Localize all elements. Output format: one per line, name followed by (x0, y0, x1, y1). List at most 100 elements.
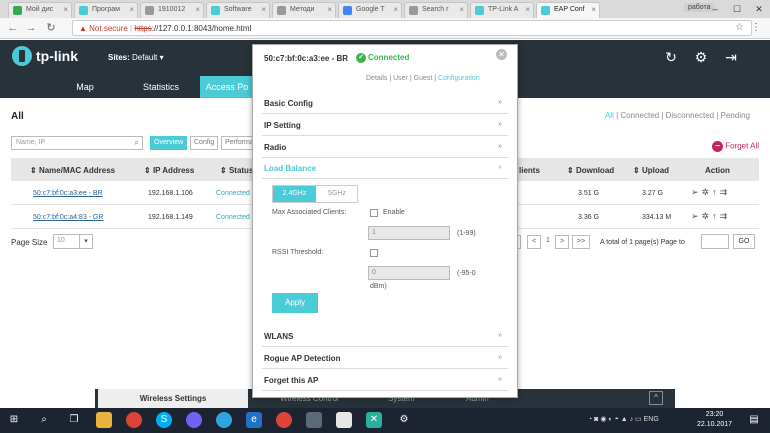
ap-name-link[interactable]: 50:c7:bf:0c:a3:ee - BR (33, 190, 103, 197)
tab-details[interactable]: Details (366, 75, 387, 82)
close-tab-icon[interactable]: × (195, 5, 200, 14)
menu-map[interactable]: Map (55, 76, 115, 98)
image-viewer-icon[interactable] (336, 412, 352, 428)
band-5ghz-button[interactable]: 5GHz (317, 186, 357, 202)
pager-prev[interactable]: < (527, 235, 541, 249)
browser-tab[interactable]: Software × (206, 2, 270, 18)
search-input[interactable]: Name, IP ⌕ (11, 136, 143, 150)
close-tab-icon[interactable]: × (129, 5, 134, 14)
pager-last[interactable]: >> (572, 235, 590, 249)
bookmark-star-icon[interactable]: ☆ (735, 22, 744, 33)
section-basic-config[interactable]: Basic Config» (262, 92, 508, 114)
search-icon[interactable]: ⌕ (36, 412, 52, 428)
section-rogue-ap[interactable]: Rogue AP Detection» (262, 347, 508, 369)
ap-name-link[interactable]: 50:c7:bf:0c:a4:83 - GR (33, 214, 103, 221)
reboot-icon[interactable]: ✲ (702, 211, 713, 221)
reload-icon[interactable]: ↻ (44, 22, 58, 35)
locate-icon[interactable]: ➢ (691, 187, 702, 197)
minimize-icon[interactable]: – (704, 0, 726, 18)
move-site-icon[interactable]: ⇉ (720, 211, 731, 221)
filter-pending[interactable]: Pending (721, 111, 750, 120)
logout-icon[interactable]: ⇥ (720, 46, 742, 68)
browser-tab[interactable]: Search r × (404, 2, 468, 18)
filter-all[interactable]: All (605, 111, 614, 120)
max-clients-enable-checkbox[interactable] (370, 209, 378, 217)
move-site-icon[interactable]: ⇉ (720, 187, 731, 197)
tab-configuration[interactable]: Configuration (438, 75, 480, 82)
browser-tab[interactable]: 1910012 × (140, 2, 204, 18)
close-window-icon[interactable]: ✕ (748, 0, 770, 18)
forward-icon[interactable]: → (24, 22, 38, 35)
browser-tab[interactable]: Методи × (272, 2, 336, 18)
tab-guest[interactable]: Guest (414, 75, 433, 82)
browser-menu-icon[interactable]: ⋮ (751, 22, 761, 33)
refresh-icon[interactable]: ↻ (660, 46, 682, 68)
search-icon[interactable]: ⌕ (135, 138, 139, 148)
col-clients[interactable]: lients (519, 166, 540, 175)
skype-icon[interactable]: S (156, 412, 172, 428)
tab-overview[interactable]: Overview (150, 136, 188, 150)
chrome-icon[interactable] (126, 412, 142, 428)
close-tab-icon[interactable]: × (525, 5, 530, 14)
rssi-input[interactable]: 0 (368, 266, 450, 280)
reboot-icon[interactable]: ✲ (702, 187, 713, 197)
tools-icon[interactable]: ✕ (366, 412, 382, 428)
browser-tab[interactable]: Мой дис × (8, 2, 72, 18)
band-24ghz-button[interactable]: 2.4GHz (273, 186, 316, 202)
wireless-settings-tab[interactable]: Wireless Settings (98, 389, 248, 408)
windows-start-icon[interactable]: ⊞ (6, 412, 22, 428)
section-ip-setting[interactable]: IP Setting» (262, 114, 508, 136)
tab-user[interactable]: User (393, 75, 408, 82)
browser-tab[interactable]: Google T × (338, 2, 402, 18)
close-tab-icon[interactable]: × (261, 5, 266, 14)
task-view-icon[interactable]: ❐ (66, 412, 82, 428)
tab-config[interactable]: Config (190, 136, 219, 150)
close-tab-icon[interactable]: × (63, 5, 68, 14)
browser-tab[interactable]: Програм × (74, 2, 138, 18)
close-icon[interactable]: ✕ (496, 49, 507, 60)
locate-icon[interactable]: ➢ (691, 211, 702, 221)
file-explorer-icon[interactable] (96, 412, 112, 428)
upgrade-icon[interactable]: ↑ (712, 187, 720, 197)
chrome-active-icon[interactable] (276, 412, 292, 428)
col-status[interactable]: ⇕ Status (220, 166, 253, 175)
close-tab-icon[interactable]: × (393, 5, 398, 14)
close-tab-icon[interactable]: × (591, 5, 596, 14)
tab-performance[interactable]: Performa (221, 136, 253, 150)
col-name[interactable]: ⇕ Name/MAC Address (30, 166, 115, 175)
language-indicator[interactable]: ENG (644, 416, 659, 423)
edge-icon[interactable]: e (246, 412, 262, 428)
filter-disconnected[interactable]: Disconnected (666, 111, 714, 120)
section-load-balance[interactable]: Load Balance « (262, 157, 508, 179)
page-to-input[interactable] (701, 234, 729, 249)
max-clients-input[interactable]: 1 (368, 226, 450, 240)
browser-tab[interactable]: TP-Link A × (470, 2, 534, 18)
notifications-icon[interactable]: ▤ (746, 412, 762, 428)
back-icon[interactable]: ← (6, 22, 20, 35)
maximize-icon[interactable]: ☐ (726, 0, 748, 18)
col-ip[interactable]: ⇕ IP Address (144, 166, 194, 175)
telegram-icon[interactable] (216, 412, 232, 428)
close-tab-icon[interactable]: × (327, 5, 332, 14)
section-wlans[interactable]: WLANS» (262, 325, 508, 347)
app-icon[interactable] (306, 412, 322, 428)
filter-connected[interactable]: Connected (620, 111, 659, 120)
url-field[interactable]: ▲ Not secure | https://127.0.0.1:8043/ho… (72, 20, 752, 36)
menu-statistics[interactable]: Statistics (130, 76, 192, 98)
expand-panel-button[interactable]: ^ (649, 391, 663, 405)
menu-access-points[interactable]: Access Po (200, 76, 254, 98)
close-tab-icon[interactable]: × (459, 5, 464, 14)
rssi-enable-checkbox[interactable] (370, 249, 378, 257)
apply-button[interactable]: Apply (272, 293, 318, 313)
clock[interactable]: 23:20 22.10.2017 (697, 410, 732, 430)
go-button[interactable]: GO (733, 234, 755, 249)
app-icon-2[interactable]: ⚙ (396, 412, 412, 428)
pager-next[interactable]: > (555, 235, 569, 249)
page-size-select[interactable]: 10 ▾ (53, 234, 93, 249)
upgrade-icon[interactable]: ↑ (712, 211, 720, 221)
site-selector[interactable]: Sites: Default ▾ (108, 53, 164, 62)
col-download[interactable]: ⇕ Download (567, 166, 614, 175)
col-upload[interactable]: ⇕ Upload (633, 166, 669, 175)
forget-all-button[interactable]: − Forget All (712, 141, 759, 152)
settings-gear-icon[interactable]: ⚙ (690, 46, 712, 68)
